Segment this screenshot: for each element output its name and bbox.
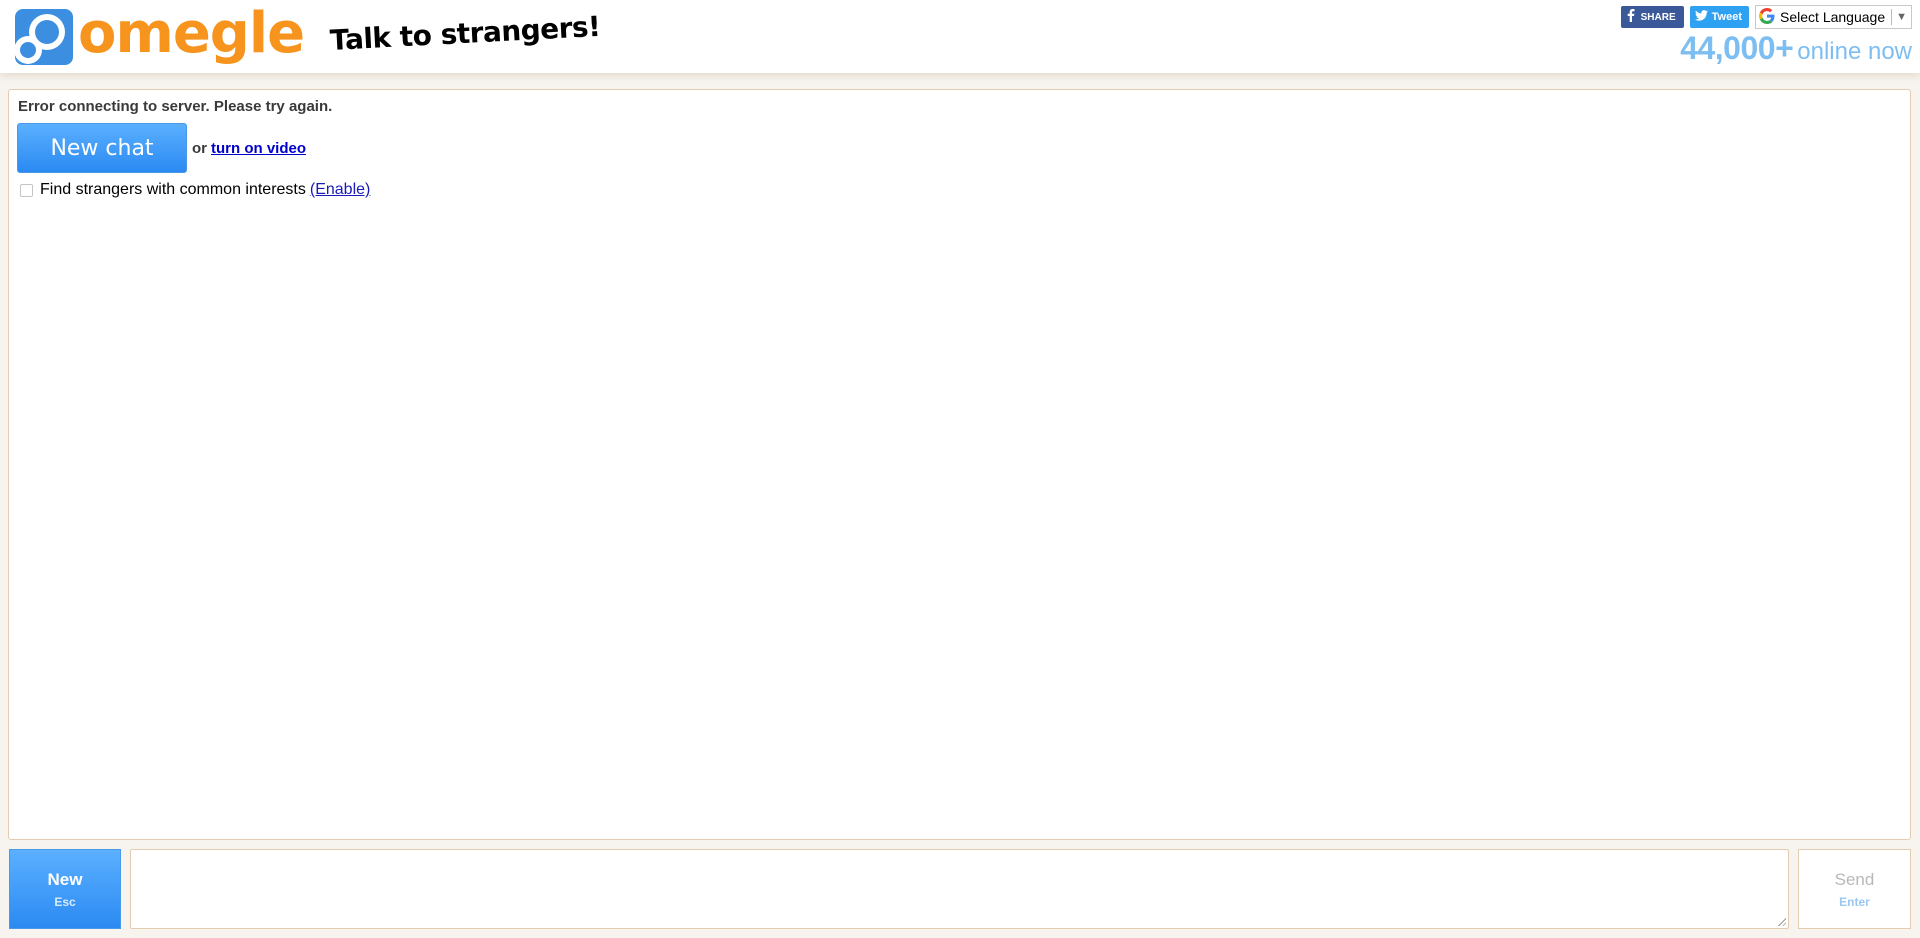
resize-grip-icon[interactable] [1777,917,1786,926]
disconnect-new-button[interactable]: New Esc [9,849,121,929]
omegle-logo-icon [14,8,76,66]
logo[interactable]: omegle [14,1,305,67]
send-button-shortcut: Enter [1839,894,1870,909]
new-chat-button[interactable]: New chat [17,123,187,173]
tweet-label: Tweet [1711,11,1743,23]
interests-row: Find strangers with common interests (En… [20,181,370,199]
new-button-shortcut: Esc [54,894,76,909]
tweet-button[interactable]: Tweet [1689,6,1750,28]
facebook-icon [1627,9,1635,25]
online-counter: 44,000+ online now [1680,30,1912,67]
chat-log: Error connecting to server. Please try a… [8,89,1911,840]
online-count: 44,000+ [1680,30,1794,66]
tagline: Talk to strangers! [329,9,602,57]
google-icon [1759,7,1775,27]
language-select[interactable]: Select Language ▼ [1755,5,1912,29]
new-chat-row: New chat or turn on video [17,123,306,173]
language-select-divider [1891,9,1893,25]
send-button[interactable]: Send Enter [1798,849,1911,929]
interests-label: Find strangers with common interests [40,181,306,198]
interests-checkbox[interactable] [20,183,33,197]
language-select-label: Select Language [1780,9,1886,25]
status-message: Error connecting to server. Please try a… [18,98,333,115]
site-header: omegle Talk to strangers! SHARE Tweet Se… [0,0,1920,73]
new-button-label: New [47,869,83,889]
turn-on-video-link[interactable]: turn on video [211,140,306,157]
share-label: SHARE [1640,11,1676,23]
facebook-share-button[interactable]: SHARE [1620,6,1684,28]
message-input[interactable] [130,849,1789,929]
logo-text: omegle [78,1,305,66]
share-toolbar: SHARE Tweet Select Language ▼ [1620,5,1912,29]
or-text: or [192,139,207,157]
enable-interests-link[interactable]: (Enable) [310,181,370,199]
send-button-label: Send [1834,869,1875,889]
chevron-down-icon: ▼ [1896,11,1907,23]
online-label: online now [1797,38,1912,65]
twitter-icon [1694,10,1708,24]
